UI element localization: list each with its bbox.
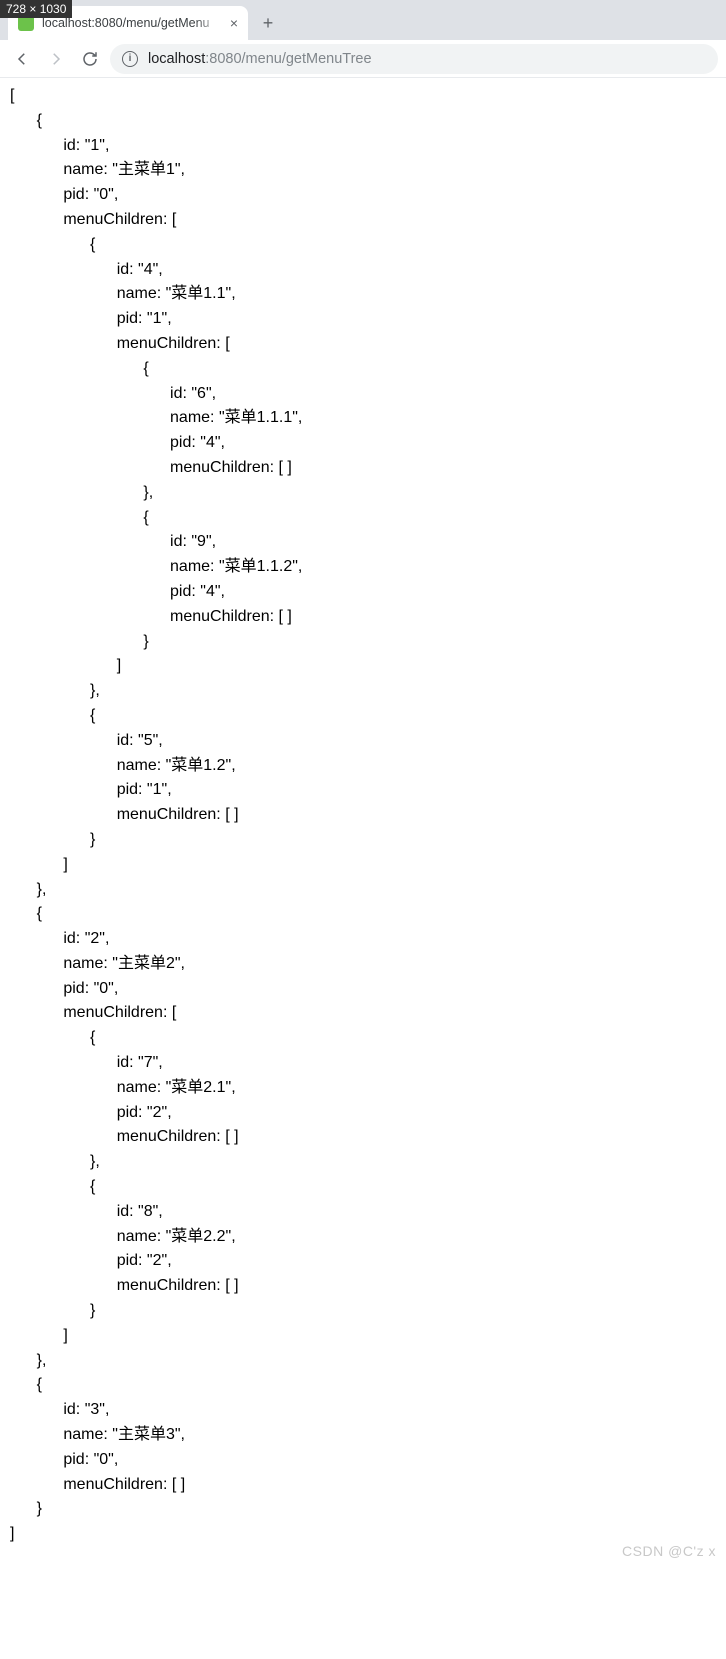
json-line: }, bbox=[10, 679, 716, 704]
arrow-right-icon bbox=[47, 50, 65, 68]
json-line: name: "菜单1.1.1", bbox=[10, 406, 716, 431]
json-line: pid: "0", bbox=[10, 977, 716, 1002]
reload-button[interactable] bbox=[76, 45, 104, 73]
json-line: menuChildren: [ ] bbox=[10, 1274, 716, 1299]
json-line: id: "4", bbox=[10, 258, 716, 283]
json-line: id: "9", bbox=[10, 530, 716, 555]
json-line: { bbox=[10, 902, 716, 927]
json-line: id: "8", bbox=[10, 1200, 716, 1225]
json-line: { bbox=[10, 1026, 716, 1051]
json-line: pid: "1", bbox=[10, 778, 716, 803]
tab-title: localhost:8080/menu/getMenu bbox=[42, 16, 222, 30]
json-line: menuChildren: [ bbox=[10, 332, 716, 357]
json-line: pid: "0", bbox=[10, 183, 716, 208]
json-line: [ bbox=[10, 84, 716, 109]
json-line: id: "7", bbox=[10, 1051, 716, 1076]
browser-toolbar: i localhost:8080/menu/getMenuTree bbox=[0, 40, 726, 78]
json-line: { bbox=[10, 109, 716, 134]
json-line: ] bbox=[10, 654, 716, 679]
json-line: name: "主菜单2", bbox=[10, 952, 716, 977]
json-line: id: "2", bbox=[10, 927, 716, 952]
reload-icon bbox=[81, 50, 99, 68]
json-line: } bbox=[10, 828, 716, 853]
tab-strip: localhost:8080/menu/getMenu × + bbox=[0, 0, 726, 40]
json-line: menuChildren: [ ] bbox=[10, 456, 716, 481]
json-line: }, bbox=[10, 1150, 716, 1175]
json-line: pid: "2", bbox=[10, 1249, 716, 1274]
url-host: localhost bbox=[148, 51, 205, 67]
json-line: { bbox=[10, 1373, 716, 1398]
url-text: localhost:8080/menu/getMenuTree bbox=[148, 51, 706, 67]
site-info-icon[interactable]: i bbox=[122, 51, 138, 67]
back-button[interactable] bbox=[8, 45, 36, 73]
json-line: menuChildren: [ ] bbox=[10, 803, 716, 828]
json-line: { bbox=[10, 704, 716, 729]
json-line: } bbox=[10, 630, 716, 655]
json-line: ] bbox=[10, 853, 716, 878]
json-line: menuChildren: [ ] bbox=[10, 1473, 716, 1498]
json-line: id: "6", bbox=[10, 382, 716, 407]
json-line: { bbox=[10, 1175, 716, 1200]
json-line: pid: "2", bbox=[10, 1101, 716, 1126]
new-tab-button[interactable]: + bbox=[254, 9, 282, 37]
json-line: name: "菜单1.2", bbox=[10, 754, 716, 779]
json-line: ] bbox=[10, 1324, 716, 1349]
json-line: pid: "1", bbox=[10, 307, 716, 332]
json-line: menuChildren: [ ] bbox=[10, 605, 716, 630]
json-line: } bbox=[10, 1299, 716, 1324]
json-line: pid: "4", bbox=[10, 580, 716, 605]
json-line: { bbox=[10, 357, 716, 382]
json-line: menuChildren: [ bbox=[10, 1001, 716, 1026]
json-line: } bbox=[10, 1497, 716, 1522]
json-line: ] bbox=[10, 1522, 716, 1547]
json-line: name: "主菜单1", bbox=[10, 158, 716, 183]
forward-button[interactable] bbox=[42, 45, 70, 73]
json-line: id: "3", bbox=[10, 1398, 716, 1423]
json-line: }, bbox=[10, 878, 716, 903]
tab-close-button[interactable]: × bbox=[230, 15, 238, 31]
json-line: menuChildren: [ ] bbox=[10, 1125, 716, 1150]
address-bar[interactable]: i localhost:8080/menu/getMenuTree bbox=[110, 44, 718, 74]
json-line: name: "菜单1.1.2", bbox=[10, 555, 716, 580]
json-line: id: "1", bbox=[10, 134, 716, 159]
watermark-text: CSDN @C'z x bbox=[622, 1543, 716, 1559]
json-line: }, bbox=[10, 1349, 716, 1374]
json-line: }, bbox=[10, 481, 716, 506]
json-line: name: "菜单2.1", bbox=[10, 1076, 716, 1101]
json-line: id: "5", bbox=[10, 729, 716, 754]
json-line: pid: "0", bbox=[10, 1448, 716, 1473]
json-line: name: "主菜单3", bbox=[10, 1423, 716, 1448]
url-path: :8080/menu/getMenuTree bbox=[205, 51, 371, 67]
dimension-badge: 728 × 1030 bbox=[0, 0, 72, 18]
json-line: pid: "4", bbox=[10, 431, 716, 456]
json-viewer: [ { id: "1", name: "主菜单1", pid: "0", men… bbox=[0, 78, 726, 1567]
json-line: { bbox=[10, 506, 716, 531]
json-line: menuChildren: [ bbox=[10, 208, 716, 233]
json-line: name: "菜单2.2", bbox=[10, 1225, 716, 1250]
json-line: { bbox=[10, 233, 716, 258]
arrow-left-icon bbox=[13, 50, 31, 68]
json-line: name: "菜单1.1", bbox=[10, 282, 716, 307]
